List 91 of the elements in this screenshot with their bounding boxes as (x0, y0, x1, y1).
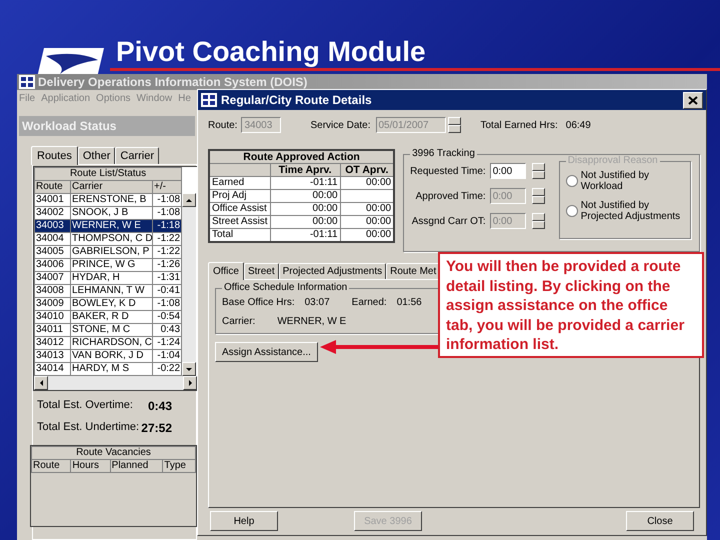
table-cell: STONE, M C (70, 324, 152, 336)
table-cell: GABRIELSON, P (70, 246, 152, 258)
table-row[interactable]: 34009 BOWLEY, K D -1:08 (34, 298, 182, 310)
field-label: Assgnd Carr OT: (412, 216, 486, 226)
table-cell: BOWLEY, K D (70, 298, 152, 310)
dialog-button[interactable]: Help (210, 511, 278, 531)
callout-text: You will then be provided a route detail listing. By clicking on the assign assistance on the office tab, you will be provided a carrier information list. (438, 252, 704, 358)
table-row[interactable]: 34011 STONE, M C 0:43 (34, 324, 182, 336)
tab[interactable]: Street (244, 263, 279, 279)
dialog-title: Regular/City Route Details (221, 93, 373, 107)
field-label: Base Office Hrs: (222, 297, 295, 308)
tab[interactable]: Other (78, 147, 116, 164)
total-label: Total Est. Undertime: (37, 421, 140, 435)
table-cell: Total (209, 228, 270, 242)
column-header: Route (34, 180, 70, 194)
slide-title: Pivot Coaching Module (116, 36, 426, 68)
field-label: Carrier: (222, 316, 256, 327)
assign-assistance-button[interactable]: Assign Assistance... (215, 342, 318, 362)
table-cell: 34003 (34, 220, 70, 232)
table-row[interactable]: 34006 PRINCE, W G -1:26 (34, 258, 182, 272)
table-cell: 34007 (34, 272, 70, 284)
table-cell: 00:00 (270, 216, 340, 228)
table-cell: WERNER, W E (70, 220, 152, 232)
table-caption: Route List/Status (34, 168, 182, 180)
table-cell: 34005 (34, 246, 70, 258)
table-row[interactable]: 34008 LEHMANN, T W -0:41 (34, 284, 182, 298)
time-field[interactable]: 0:00 (490, 163, 526, 179)
column-header: OT Aprv. (340, 164, 394, 176)
window-title: Delivery Operations Information System (DOIS) (38, 75, 308, 89)
field-value: 01:56 (396, 297, 422, 308)
column-header: Route (32, 460, 71, 472)
table-cell: 00:00 (270, 190, 340, 202)
field-value: 03:07 (304, 297, 330, 308)
table-caption: Route Approved Action (209, 150, 394, 164)
table-caption: Route Vacancies (32, 446, 196, 460)
column-header: Planned (110, 460, 163, 472)
field-label: Route: (208, 120, 238, 130)
field-value: 06:49 (566, 120, 591, 130)
table-cell: 00:00 (340, 216, 394, 228)
table-cell: Street Assist (209, 216, 270, 228)
table-cell: 34012 (34, 336, 70, 350)
tab[interactable]: Routes (31, 146, 78, 165)
tab[interactable]: Carrier (115, 147, 159, 164)
table-row[interactable]: 34013 VAN BORK, J D -1:04 (34, 350, 182, 362)
table-cell: 00:00 (270, 202, 340, 216)
group-label: Office Schedule Information (222, 282, 350, 293)
table-cell: Earned (209, 176, 270, 190)
table-cell: Proj Adj (209, 190, 270, 202)
column-header: Carrier (70, 180, 152, 194)
table-cell: 34011 (34, 324, 70, 336)
total-label: Total Est. Overtime: (37, 399, 133, 413)
table-cell: 34006 (34, 258, 70, 272)
table-cell: 34004 (34, 232, 70, 246)
field-value: WERNER, W E (277, 316, 346, 327)
table-cell: LEHMANN, T W (70, 284, 152, 298)
column-header: Hours (70, 460, 110, 472)
table-cell: RICHARDSON, C (70, 336, 152, 350)
table-cell: HYDAR, H (70, 272, 152, 284)
tab[interactable]: Office (208, 262, 244, 280)
table-cell: ERENSTONE, B (70, 194, 152, 206)
table-row[interactable]: 34012 RICHARDSON, C -1:24 (34, 336, 182, 350)
table-cell: -01:11 (270, 176, 340, 190)
field-label: Requested Time: (410, 166, 486, 176)
table-cell: 34013 (34, 350, 70, 362)
table-row[interactable]: 34003 WERNER, W E -1:18 (34, 220, 182, 232)
total-value: 0:43 (148, 399, 172, 413)
total-value: 27:52 (141, 421, 172, 435)
field-label: Earned: (352, 297, 387, 308)
table-cell: 34008 (34, 284, 70, 298)
dialog-button[interactable]: Close (626, 511, 694, 531)
field-label: Total Earned Hrs: (480, 120, 558, 130)
table-cell: BAKER, R D (70, 310, 152, 324)
table-cell: Office Assist (209, 202, 270, 216)
table-row[interactable]: 34010 BAKER, R D -0:54 (34, 310, 182, 324)
table-row[interactable]: 34001 ERENSTONE, B -1:08 (34, 194, 182, 206)
table-cell: 00:00 (340, 176, 394, 190)
table-cell: 34001 (34, 194, 70, 206)
table-cell: 34009 (34, 298, 70, 310)
column-header: Time Aprv. (270, 164, 340, 176)
tab[interactable]: Route Met (386, 263, 440, 279)
tab[interactable]: Projected Adjustments (278, 263, 386, 279)
table-cell: 34010 (34, 310, 70, 324)
table-cell: VAN BORK, J D (70, 350, 152, 362)
table-cell: PRINCE, W G (70, 258, 152, 272)
field-label: Service Date: (310, 120, 370, 130)
table-cell: 00:00 (340, 202, 394, 216)
group-label: 3996 Tracking (410, 148, 477, 159)
field-label: Approved Time: (416, 190, 486, 202)
panel-title: Workload Status (19, 116, 195, 136)
table-row[interactable]: 34007 HYDAR, H -1:31 (34, 272, 182, 284)
table-row[interactable]: 34005 GABRIELSON, P -1:22 (34, 246, 182, 258)
